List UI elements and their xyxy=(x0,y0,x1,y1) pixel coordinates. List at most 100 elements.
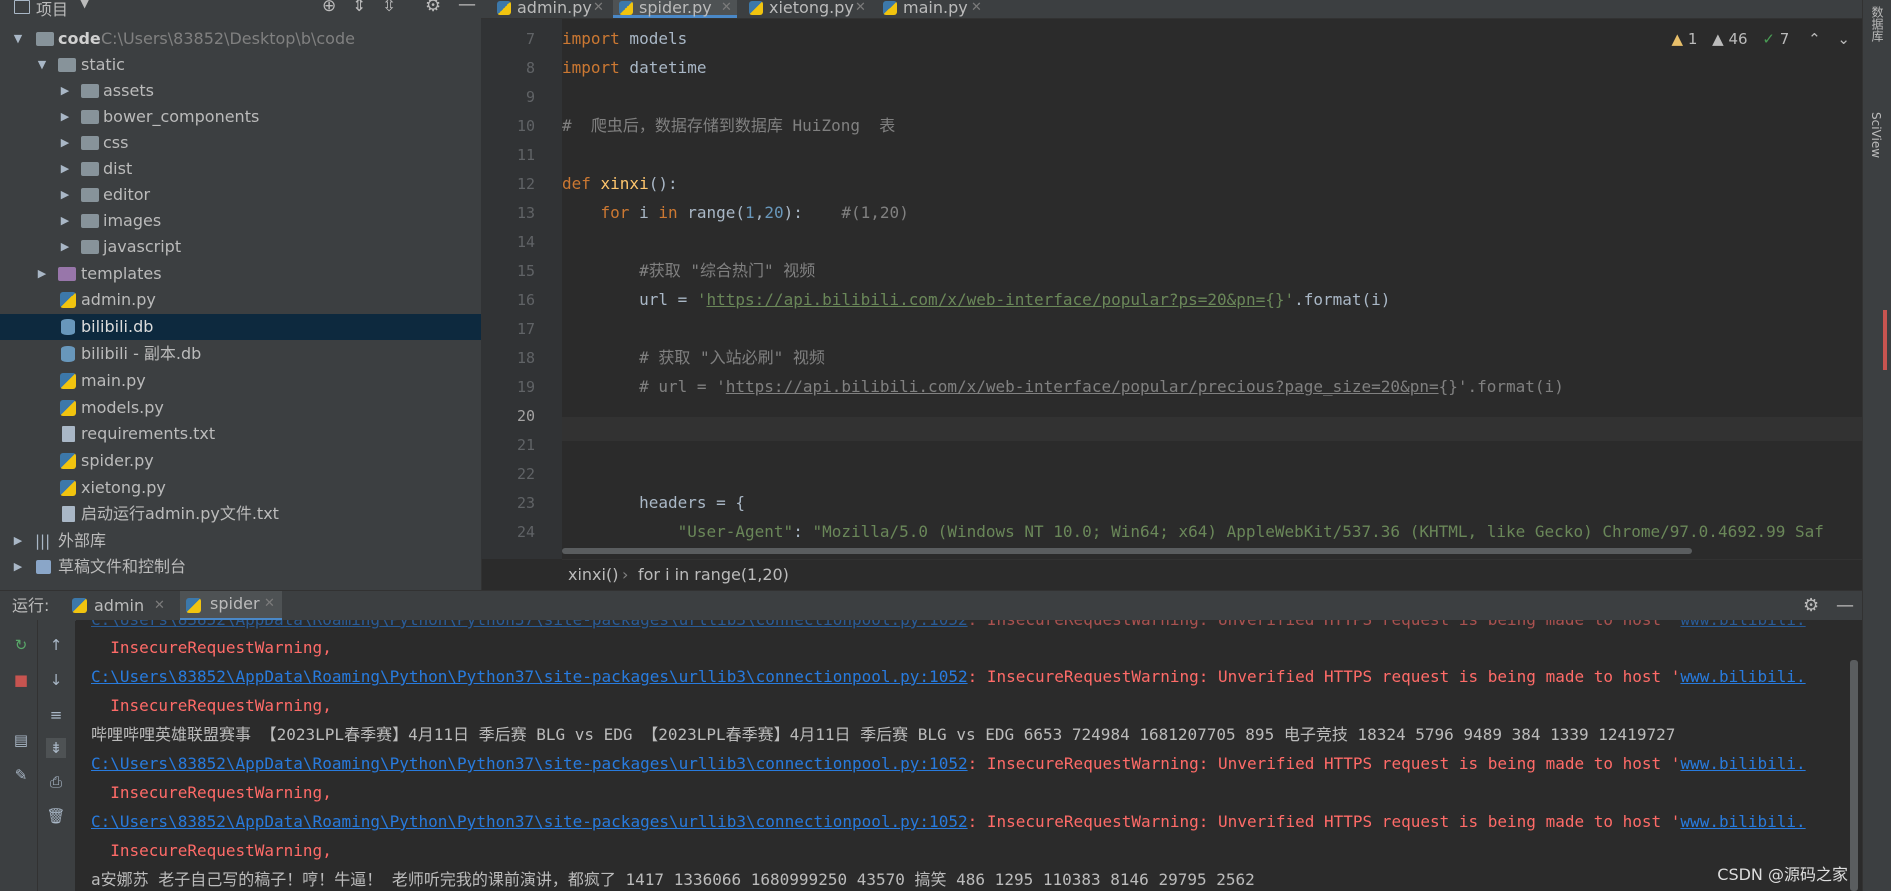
close-icon[interactable]: ✕ xyxy=(593,0,604,16)
tab-spider-py[interactable]: spider.py ✕ xyxy=(613,0,737,18)
tree-item-scratches[interactable]: ▶ 草稿文件和控制台 xyxy=(0,554,481,580)
editor-tab-bar: admin.py ✕ spider.py ✕ xietong.py ✕ main… xyxy=(481,0,1891,44)
tree-item-editor[interactable]: ▶ editor xyxy=(0,182,481,208)
sciview-tool-button[interactable]: SciView xyxy=(1869,112,1883,158)
down-arrow-icon[interactable]: ↓ xyxy=(46,670,66,690)
previous-highlight-icon[interactable]: ⌃ xyxy=(1808,30,1821,48)
python-file-icon xyxy=(60,373,76,389)
tree-item-images[interactable]: ▶ images xyxy=(0,208,481,234)
chevron-right-icon[interactable]: ▶ xyxy=(58,208,72,234)
chevron-right-icon[interactable]: ▶ xyxy=(58,78,72,104)
horizontal-scrollbar[interactable] xyxy=(562,548,1692,554)
tree-item-admin-py[interactable]: admin.py xyxy=(0,287,481,313)
hide-icon[interactable]: — xyxy=(1836,591,1854,621)
python-file-icon xyxy=(60,400,76,416)
breadcrumb-loop[interactable]: for i in range(1,20) xyxy=(638,560,789,590)
print-icon[interactable]: ⎙ xyxy=(46,772,66,792)
tree-item-bilibili-copy-db[interactable]: bilibili - 副本.db xyxy=(0,341,481,367)
chevron-down-icon[interactable]: ▼ xyxy=(80,0,89,10)
close-icon[interactable]: ✕ xyxy=(721,0,732,16)
soft-wrap-icon[interactable]: ≡ xyxy=(46,705,66,725)
python-file-icon xyxy=(619,1,633,15)
pin-icon[interactable]: ✎ xyxy=(11,765,31,785)
tree-item-assets[interactable]: ▶ assets xyxy=(0,78,481,104)
scroll-to-end-icon[interactable]: ⇟ xyxy=(46,738,66,758)
console-line: 哔哩哔哩英雄联盟赛事 【2023LPL春季赛】4月11日 季后赛 BLG vs … xyxy=(91,725,1676,744)
hide-icon[interactable]: — xyxy=(458,0,476,15)
chevron-right-icon[interactable]: ▶ xyxy=(58,182,72,208)
close-icon[interactable]: ✕ xyxy=(971,0,982,16)
tree-item-run-admin-txt[interactable]: 启动运行admin.py文件.txt xyxy=(0,501,481,527)
code-editor[interactable]: import models import datetime # 爬虫后，数据存储… xyxy=(562,19,1862,559)
chevron-right-icon[interactable]: ▶ xyxy=(58,234,72,260)
expand-all-icon[interactable]: ⇕ xyxy=(352,0,366,16)
tree-item-static[interactable]: ▼ static xyxy=(0,52,481,78)
tree-item-models-py[interactable]: models.py xyxy=(0,395,481,421)
collapse-all-icon[interactable]: ⇳ xyxy=(382,0,396,16)
code-line-23: headers = { xyxy=(562,493,746,512)
console-line: C:\Users\83852\AppData\Roaming\Python\Py… xyxy=(91,620,1806,634)
tree-item-spider-py[interactable]: spider.py xyxy=(0,448,481,474)
locate-icon[interactable]: ⊕ xyxy=(322,0,336,16)
tree-item-bilibili-db[interactable]: bilibili.db xyxy=(0,314,481,340)
tree-item-label: 启动运行admin.py文件.txt xyxy=(81,504,279,523)
line-number: 9 xyxy=(525,88,535,106)
text-file-icon xyxy=(62,506,75,522)
warning-icon: ▲ xyxy=(1712,30,1724,48)
tree-item-bower-components[interactable]: ▶ bower_components xyxy=(0,104,481,130)
console-output[interactable]: C:\Users\83852\AppData\Roaming\Python\Py… xyxy=(76,620,1862,891)
tree-item-external-libraries[interactable]: ▶ ||| 外部库 xyxy=(0,528,481,554)
tree-item-templates[interactable]: ▶ templates xyxy=(0,261,481,287)
tree-item-requirements-txt[interactable]: requirements.txt xyxy=(0,421,481,447)
python-icon xyxy=(72,598,87,613)
project-view-selector[interactable]: 项目 xyxy=(36,0,68,20)
tree-item-javascript[interactable]: ▶ javascript xyxy=(0,234,481,260)
file-link[interactable]: C:\Users\83852\AppData\Roaming\Python\Py… xyxy=(91,754,968,773)
gear-icon[interactable]: ⚙ xyxy=(425,0,441,16)
run-tab-admin[interactable]: admin ✕ xyxy=(70,591,175,621)
current-line-highlight xyxy=(562,417,1862,441)
up-arrow-icon[interactable]: ↑ xyxy=(46,635,66,655)
tree-item-main-py[interactable]: main.py xyxy=(0,368,481,394)
url-link[interactable]: https://api.bilibili.com/x/web-interface… xyxy=(707,290,1266,309)
project-panel: 项目 ▼ ⊕ ⇕ ⇳ ⚙ — ▼ code C:\Users\83852\Des… xyxy=(0,0,481,590)
next-highlight-icon[interactable]: ⌄ xyxy=(1837,30,1850,48)
close-icon[interactable]: ✕ xyxy=(154,591,165,621)
chevron-right-icon[interactable]: ▶ xyxy=(58,104,72,130)
tab-main-py[interactable]: main.py ✕ xyxy=(877,0,987,18)
run-tab-spider[interactable]: spider ✕ xyxy=(180,591,282,621)
chevron-down-icon[interactable]: ▼ xyxy=(35,52,49,78)
chevron-right-icon[interactable]: ▶ xyxy=(35,261,49,287)
breadcrumb-function[interactable]: xinxi() xyxy=(568,560,618,590)
rerun-icon[interactable]: ↻ xyxy=(11,635,31,655)
close-icon[interactable]: ✕ xyxy=(855,0,866,16)
close-icon[interactable]: ✕ xyxy=(264,589,275,619)
chevron-right-icon[interactable]: ▶ xyxy=(11,554,25,580)
tree-item-dist[interactable]: ▶ dist xyxy=(0,156,481,182)
tree-item-xietong-py[interactable]: xietong.py xyxy=(0,475,481,501)
trash-icon[interactable]: 🗑 xyxy=(46,806,66,826)
file-link[interactable]: C:\Users\83852\AppData\Roaming\Python\Py… xyxy=(91,667,968,686)
chevron-down-icon[interactable]: ▼ xyxy=(11,26,25,52)
inspection-widget[interactable]: ▲ 1 ▲ 46 ✓ 7 ⌃ ⌄ xyxy=(1672,30,1850,54)
console-line: C:\Users\83852\AppData\Roaming\Python\Py… xyxy=(91,754,1806,773)
scratches-icon xyxy=(36,560,51,574)
tree-item-css[interactable]: ▶ css xyxy=(0,130,481,156)
tab-admin-py[interactable]: admin.py ✕ xyxy=(491,0,609,18)
run-tab-label: admin xyxy=(94,596,145,615)
gear-icon[interactable]: ⚙ xyxy=(1803,591,1819,621)
tree-item-label: xietong.py xyxy=(81,478,166,497)
file-link[interactable]: C:\Users\83852\AppData\Roaming\Python\Py… xyxy=(91,812,968,831)
tree-item-code[interactable]: ▼ code C:\Users\83852\Desktop\b\code xyxy=(0,26,481,52)
stop-icon[interactable]: ■ xyxy=(11,670,31,690)
chevron-right-icon[interactable]: ▶ xyxy=(58,130,72,156)
chevron-right-icon[interactable]: ▶ xyxy=(58,156,72,182)
database-tool-button[interactable]: 数据库 xyxy=(1869,6,1886,42)
vertical-scrollbar[interactable] xyxy=(1850,660,1858,891)
tab-xietong-py[interactable]: xietong.py ✕ xyxy=(743,0,871,18)
project-panel-header: 项目 ▼ ⊕ ⇕ ⇳ ⚙ — xyxy=(0,0,481,19)
folder-icon xyxy=(58,58,76,72)
layout-icon[interactable]: ▤ xyxy=(11,730,31,750)
chevron-right-icon[interactable]: ▶ xyxy=(11,528,25,554)
tree-item-label: dist xyxy=(103,159,133,178)
